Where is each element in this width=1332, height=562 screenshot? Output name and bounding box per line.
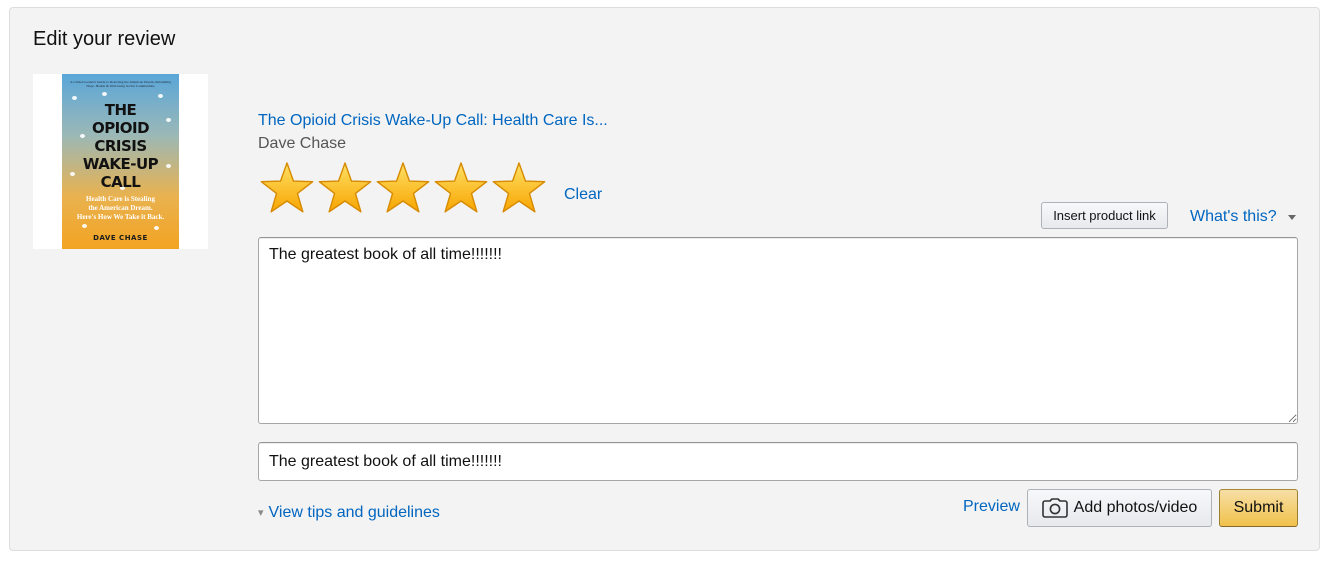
submit-button[interactable]: Submit (1219, 489, 1298, 527)
whats-this-label: What's this? (1190, 208, 1277, 225)
review-headline-input[interactable] (258, 442, 1298, 481)
book-cover: A Citizen Leader's Guide to Restoring th… (62, 74, 179, 249)
product-image[interactable]: A Citizen Leader's Guide to Restoring th… (33, 74, 208, 249)
star-icon[interactable] (258, 160, 316, 216)
view-tips-link[interactable]: ▾ View tips and guidelines (258, 504, 440, 522)
cover-title: THE OPIOID CRISIS WAKE-UP CALL (82, 101, 159, 191)
star-icon[interactable] (374, 160, 432, 216)
add-photos-video-button[interactable]: Add photos/video (1027, 489, 1212, 527)
page-title: Edit your review (33, 28, 176, 50)
clear-rating-link[interactable]: Clear (564, 186, 602, 204)
add-photos-video-label: Add photos/video (1073, 499, 1198, 516)
edit-review-panel: Edit your review A Citizen Leader's Guid… (9, 7, 1320, 551)
star-icon[interactable] (316, 160, 374, 216)
caret-down-icon (1287, 215, 1296, 220)
product-author: Dave Chase (258, 135, 347, 152)
insert-product-link-button[interactable]: Insert product link (1041, 202, 1168, 229)
preview-link[interactable]: Preview (963, 498, 1020, 516)
cover-blurb: A Citizen Leader's Guide to Restoring th… (70, 80, 171, 88)
view-tips-label: View tips and guidelines (268, 504, 440, 521)
product-title-link[interactable]: The Opioid Crisis Wake-Up Call: Health C… (258, 112, 608, 130)
star-rating[interactable] (258, 160, 548, 216)
camera-icon (1041, 498, 1068, 518)
cover-subtitle: Health Care is Stealing the American Dre… (76, 195, 165, 221)
review-body-textarea[interactable] (258, 237, 1298, 424)
star-icon[interactable] (432, 160, 490, 216)
star-icon[interactable] (490, 160, 548, 216)
cover-author: DAVE CHASE (93, 234, 148, 242)
double-chevron-down-icon: ▾ (258, 506, 264, 519)
whats-this-link[interactable]: What's this? (1190, 208, 1296, 226)
